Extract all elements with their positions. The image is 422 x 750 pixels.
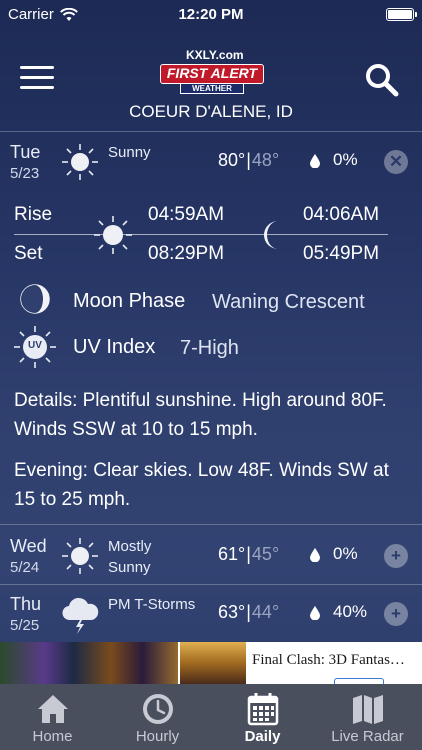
day-name: Tue xyxy=(10,142,41,162)
battery-icon xyxy=(386,8,417,21)
precip-chance: 0% xyxy=(333,150,358,169)
logo-sub-text: WEATHER xyxy=(180,83,244,94)
ad-banner[interactable]: Final Clash: 3D Fantas… xyxy=(0,642,422,684)
day-condition: Mostly Sunny xyxy=(108,538,152,576)
raindrop-icon xyxy=(310,606,320,620)
uv-icon-text: UV xyxy=(28,340,42,351)
ad-portrait xyxy=(178,642,246,684)
tab-bar: Home Hourly Daily Live Radar xyxy=(0,684,422,750)
calendar-icon xyxy=(247,693,279,726)
day-date: 5/23 xyxy=(10,165,40,182)
logo-main-text: FIRST ALERT xyxy=(160,64,264,84)
day-date: 5/24 xyxy=(10,559,40,576)
today-details-panel: Rise Set 04:59AM 08:29PM 04:06AM 05:49PM… xyxy=(0,190,422,522)
tab-label: Live Radar xyxy=(331,728,404,745)
day-condition: PM T-Storms xyxy=(108,596,196,613)
divider xyxy=(0,131,422,132)
uv-index-value: 7-High xyxy=(180,337,239,359)
station-logo: KXLY.com FIRST ALERT WEATHER xyxy=(156,48,268,96)
day-temps: 80°|48° xyxy=(218,150,279,171)
sun-horizon-icon xyxy=(94,216,132,254)
expand-button[interactable]: + xyxy=(384,602,408,626)
temp-separator: | xyxy=(246,150,251,170)
location-title: COEUR D'ALENE, ID xyxy=(129,102,293,121)
sunset-time: 08:29PM xyxy=(148,243,225,264)
uv-icon: UV xyxy=(13,325,57,369)
day-label: Tue 5/23 xyxy=(10,142,40,184)
moon-phase-value: Waning Crescent xyxy=(212,291,365,313)
moonset-time: 05:49PM xyxy=(303,243,380,264)
logo-top-text: KXLY.com xyxy=(186,48,244,62)
ad-artwork xyxy=(0,642,246,684)
low-temp: 44° xyxy=(251,602,280,622)
menu-bar-icon xyxy=(20,76,54,79)
day-label: Thu 5/25 xyxy=(10,594,41,636)
day-row-thu[interactable]: Thu 5/25 PM T-Storms 63°|44° 40% + xyxy=(0,586,422,642)
search-button[interactable] xyxy=(364,62,400,98)
moon-phase-icon xyxy=(20,284,50,314)
set-label: Set xyxy=(14,243,43,264)
moon-icon xyxy=(264,221,278,249)
tab-home[interactable]: Home xyxy=(0,684,105,750)
status-time: 12:20 PM xyxy=(178,6,244,23)
day-label: Wed 5/24 xyxy=(10,536,47,578)
temp-separator: | xyxy=(246,602,251,622)
day-row-wed[interactable]: Wed 5/24 Mostly Sunny 61°|45° 0% + xyxy=(0,528,422,584)
low-temp: 45° xyxy=(251,544,280,564)
low-temp: 48° xyxy=(251,150,280,170)
app-header: KXLY.com FIRST ALERT WEATHER COEUR D'ALE… xyxy=(0,30,422,130)
high-temp: 80° xyxy=(218,150,246,170)
horizon-line xyxy=(14,234,388,235)
moon-phase-label: Moon Phase xyxy=(73,290,186,312)
tab-label: Home xyxy=(32,728,73,745)
uv-index-label: UV Index xyxy=(73,336,156,358)
menu-bar-icon xyxy=(20,86,54,89)
day-date: 5/25 xyxy=(10,617,40,634)
divider xyxy=(0,584,422,585)
raindrop-icon xyxy=(310,548,320,562)
day-name: Thu xyxy=(10,594,42,614)
collapse-button[interactable]: ✕ xyxy=(384,150,408,174)
sunrise-time: 04:59AM xyxy=(148,204,225,225)
moonrise-time: 04:06AM xyxy=(303,204,380,225)
day-temps: 63°|44° xyxy=(218,602,279,623)
divider xyxy=(0,524,422,525)
precip-chance: 0% xyxy=(333,544,358,563)
clock-icon xyxy=(143,694,173,724)
details-text: Details: Plentiful sunshine. High around… xyxy=(14,390,387,440)
high-temp: 63° xyxy=(218,602,246,622)
menu-button[interactable] xyxy=(20,66,54,92)
expand-button[interactable]: + xyxy=(384,544,408,568)
tab-label: Hourly xyxy=(135,728,180,745)
status-bar: Carrier 12:20 PM xyxy=(0,0,422,30)
high-temp: 61° xyxy=(218,544,246,564)
menu-bar-icon xyxy=(20,66,54,69)
day-row-today[interactable]: Tue 5/23 Sunny 80°|48° 0% ✕ xyxy=(0,134,422,190)
evening-text: Evening: Clear skies. Low 48F. Winds SW … xyxy=(14,460,389,510)
tab-live-radar[interactable]: Live Radar xyxy=(315,684,420,750)
home-icon xyxy=(38,695,68,723)
temp-separator: | xyxy=(246,544,251,564)
day-name: Wed xyxy=(10,536,47,556)
thunderstorm-icon xyxy=(62,597,99,634)
day-temps: 61°|45° xyxy=(218,544,279,565)
tab-label: Daily xyxy=(244,728,281,745)
rise-label: Rise xyxy=(14,204,53,225)
map-icon xyxy=(353,695,383,724)
raindrop-icon xyxy=(310,154,320,168)
day-condition: Sunny xyxy=(108,144,151,161)
tab-daily[interactable]: Daily xyxy=(210,684,315,750)
ad-title: Final Clash: 3D Fantas… xyxy=(252,652,405,668)
precip-chance: 40% xyxy=(333,602,368,621)
tab-hourly[interactable]: Hourly xyxy=(105,684,210,750)
sun-icon xyxy=(62,538,98,574)
sun-icon xyxy=(62,144,98,180)
